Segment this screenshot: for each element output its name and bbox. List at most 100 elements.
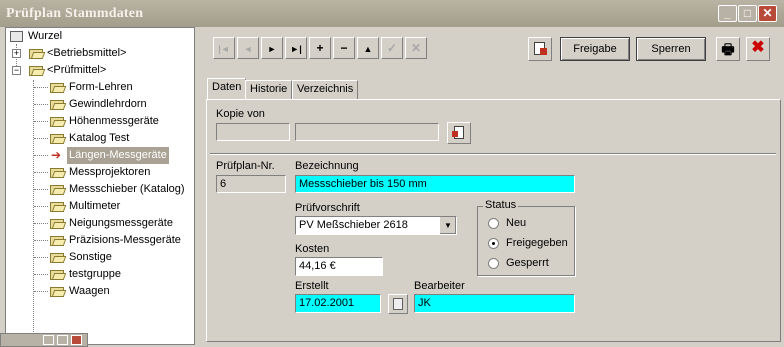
tree-item[interactable]: Messprojektoren xyxy=(34,164,192,181)
tree-item[interactable]: Höhenmessgeräte xyxy=(34,113,192,130)
close-form-button[interactable]: ✖ xyxy=(746,37,770,61)
restore-icon[interactable] xyxy=(43,335,54,345)
folder-icon xyxy=(29,48,46,59)
check-icon: ✓ xyxy=(386,41,398,55)
tab-historie[interactable]: Historie xyxy=(245,80,293,99)
status-option-freigegeben[interactable]: Freigegeben xyxy=(488,237,570,251)
tree-item[interactable]: testgruppe xyxy=(34,266,192,283)
tree-item-label: Waagen xyxy=(69,285,110,297)
radio-gesperrt[interactable] xyxy=(488,258,499,269)
edit-record-button[interactable]: ▲ xyxy=(357,37,379,59)
daten-panel: Kopie von Prüfplan-Nr. 6 Bezeichnung Mes… xyxy=(206,99,781,342)
prev-record-button[interactable]: ◄ xyxy=(237,37,259,59)
radio-label: Freigegeben xyxy=(506,237,568,249)
last-record-button[interactable]: ►| xyxy=(285,37,307,59)
folder-icon xyxy=(50,201,67,212)
tree-item-selected[interactable]: ➔ Längen-Messgeräte xyxy=(34,147,192,164)
post-record-button[interactable]: ✓ xyxy=(381,37,403,59)
maximize-small-icon[interactable] xyxy=(57,335,68,345)
freigabe-button[interactable]: Freigabe xyxy=(560,37,630,61)
status-option-gesperrt[interactable]: Gesperrt xyxy=(488,257,570,271)
close-window-button[interactable]: ✕ xyxy=(758,5,777,22)
status-label: Status xyxy=(483,199,519,211)
tree-root-label: Wurzel xyxy=(28,30,63,42)
tab-label: Daten xyxy=(212,81,242,93)
tab-daten[interactable]: Daten xyxy=(207,78,247,100)
calendar-icon xyxy=(393,298,403,310)
tree-item-label: Katalog Test xyxy=(69,132,130,144)
folder-icon xyxy=(50,167,67,178)
tree-item-label: Messschieber (Katalog) xyxy=(69,183,185,195)
tab-label: Verzeichnis xyxy=(297,83,354,95)
kosten-field[interactable]: 44,16 € xyxy=(295,257,383,276)
freigabe-label: Freigabe xyxy=(573,43,617,55)
folder-icon xyxy=(50,252,67,263)
tree-item[interactable]: Sonstige xyxy=(34,249,192,266)
tree-item-label: Höhenmessgeräte xyxy=(69,115,159,127)
tree-item[interactable]: Präzisions-Messgeräte xyxy=(34,232,192,249)
pruefplan-nr-field[interactable]: 6 xyxy=(216,175,286,193)
next-record-button[interactable]: ► xyxy=(261,37,283,59)
minimize-icon: _ xyxy=(724,6,731,20)
status-option-neu[interactable]: Neu xyxy=(488,217,570,231)
tree-item-label: Präzisions-Messgeräte xyxy=(69,234,181,246)
folder-icon xyxy=(50,82,67,93)
folder-icon xyxy=(50,133,67,144)
maximize-button[interactable]: □ xyxy=(738,5,757,22)
close-small-icon[interactable] xyxy=(71,335,82,345)
collapse-icon[interactable]: − xyxy=(12,66,21,75)
bezeichnung-field[interactable]: Messschieber bis 150 mm xyxy=(295,175,575,193)
bearbeiter-field[interactable]: JK xyxy=(414,294,575,313)
tree-item[interactable]: Gewindlehrdorn xyxy=(34,96,192,113)
chevron-down-icon[interactable]: ▼ xyxy=(439,217,456,234)
tree-item[interactable]: Neigungsmessgeräte xyxy=(34,215,192,232)
cancel-edit-button[interactable]: ✕ xyxy=(405,37,427,59)
tab-verzeichnis[interactable]: Verzeichnis xyxy=(292,80,359,99)
delete-record-button[interactable]: − xyxy=(333,37,355,59)
tab-label: Historie xyxy=(250,83,288,95)
tree-item-label: Messprojektoren xyxy=(69,166,151,178)
calendar-button[interactable] xyxy=(388,294,408,314)
kopie-von-lookup-button[interactable] xyxy=(447,122,471,144)
tree-item[interactable]: Messschieber (Katalog) xyxy=(34,181,192,198)
folder-icon xyxy=(50,218,67,229)
folder-open-icon xyxy=(29,65,46,76)
sperren-button[interactable]: Sperren xyxy=(636,37,706,61)
bezeichnung-label: Bezeichnung xyxy=(295,160,359,172)
divider xyxy=(210,153,776,155)
pruefvorschrift-label: Prüfvorschrift xyxy=(295,202,360,214)
prev-icon: ◄ xyxy=(243,44,253,54)
window-titlebar[interactable]: Prüfplan Stammdaten _ □ ✕ xyxy=(0,0,784,27)
minimized-window-bar[interactable] xyxy=(0,333,88,347)
close-red-icon: ✖ xyxy=(751,39,765,56)
copy-badge-icon xyxy=(452,131,458,137)
kopie-von-field-2[interactable] xyxy=(295,123,439,141)
print-button[interactable]: 🖶 xyxy=(716,37,740,61)
document-action-button[interactable] xyxy=(528,37,552,61)
tree-item-label: Längen-Messgeräte xyxy=(67,147,169,164)
tree-item[interactable]: Multimeter xyxy=(34,198,192,215)
sperren-label: Sperren xyxy=(651,43,691,55)
radio-neu[interactable] xyxy=(488,218,499,229)
minimize-button[interactable]: _ xyxy=(718,5,737,22)
document-badge-icon xyxy=(540,48,547,55)
tree-view[interactable]: Wurzel + <Betriebsmittel> − <Prüfmittel>… xyxy=(5,27,195,345)
erstellt-field[interactable]: 17.02.2001 xyxy=(295,294,381,313)
navigator-toolbar: |◄ ◄ ► ►| + − ▲ ✓ ✕ Freigabe Sperren 🖶 ✖ xyxy=(203,37,781,67)
tree-item[interactable]: Waagen xyxy=(34,283,192,300)
tree-group-betriebsmittel[interactable]: + <Betriebsmittel> xyxy=(12,45,192,62)
tree-item[interactable]: Form-Lehren xyxy=(34,79,192,96)
tree-item[interactable]: Katalog Test xyxy=(34,130,192,147)
tree-item-label: Multimeter xyxy=(69,200,121,212)
kopie-von-field-1[interactable] xyxy=(216,123,290,141)
add-record-button[interactable]: + xyxy=(309,37,331,59)
tree-group-pruefmittel[interactable]: − <Prüfmittel> xyxy=(12,62,192,79)
tree-root-icon xyxy=(10,31,23,42)
pruefvorschrift-value: PV Meßschieber 2618 xyxy=(299,219,408,231)
folder-icon xyxy=(50,184,67,195)
pruefvorschrift-select[interactable]: PV Meßschieber 2618 ▼ xyxy=(295,216,457,235)
expand-icon[interactable]: + xyxy=(12,49,21,58)
next-icon: ► xyxy=(267,44,277,54)
first-record-button[interactable]: |◄ xyxy=(213,37,235,59)
radio-freigegeben[interactable] xyxy=(488,238,499,249)
